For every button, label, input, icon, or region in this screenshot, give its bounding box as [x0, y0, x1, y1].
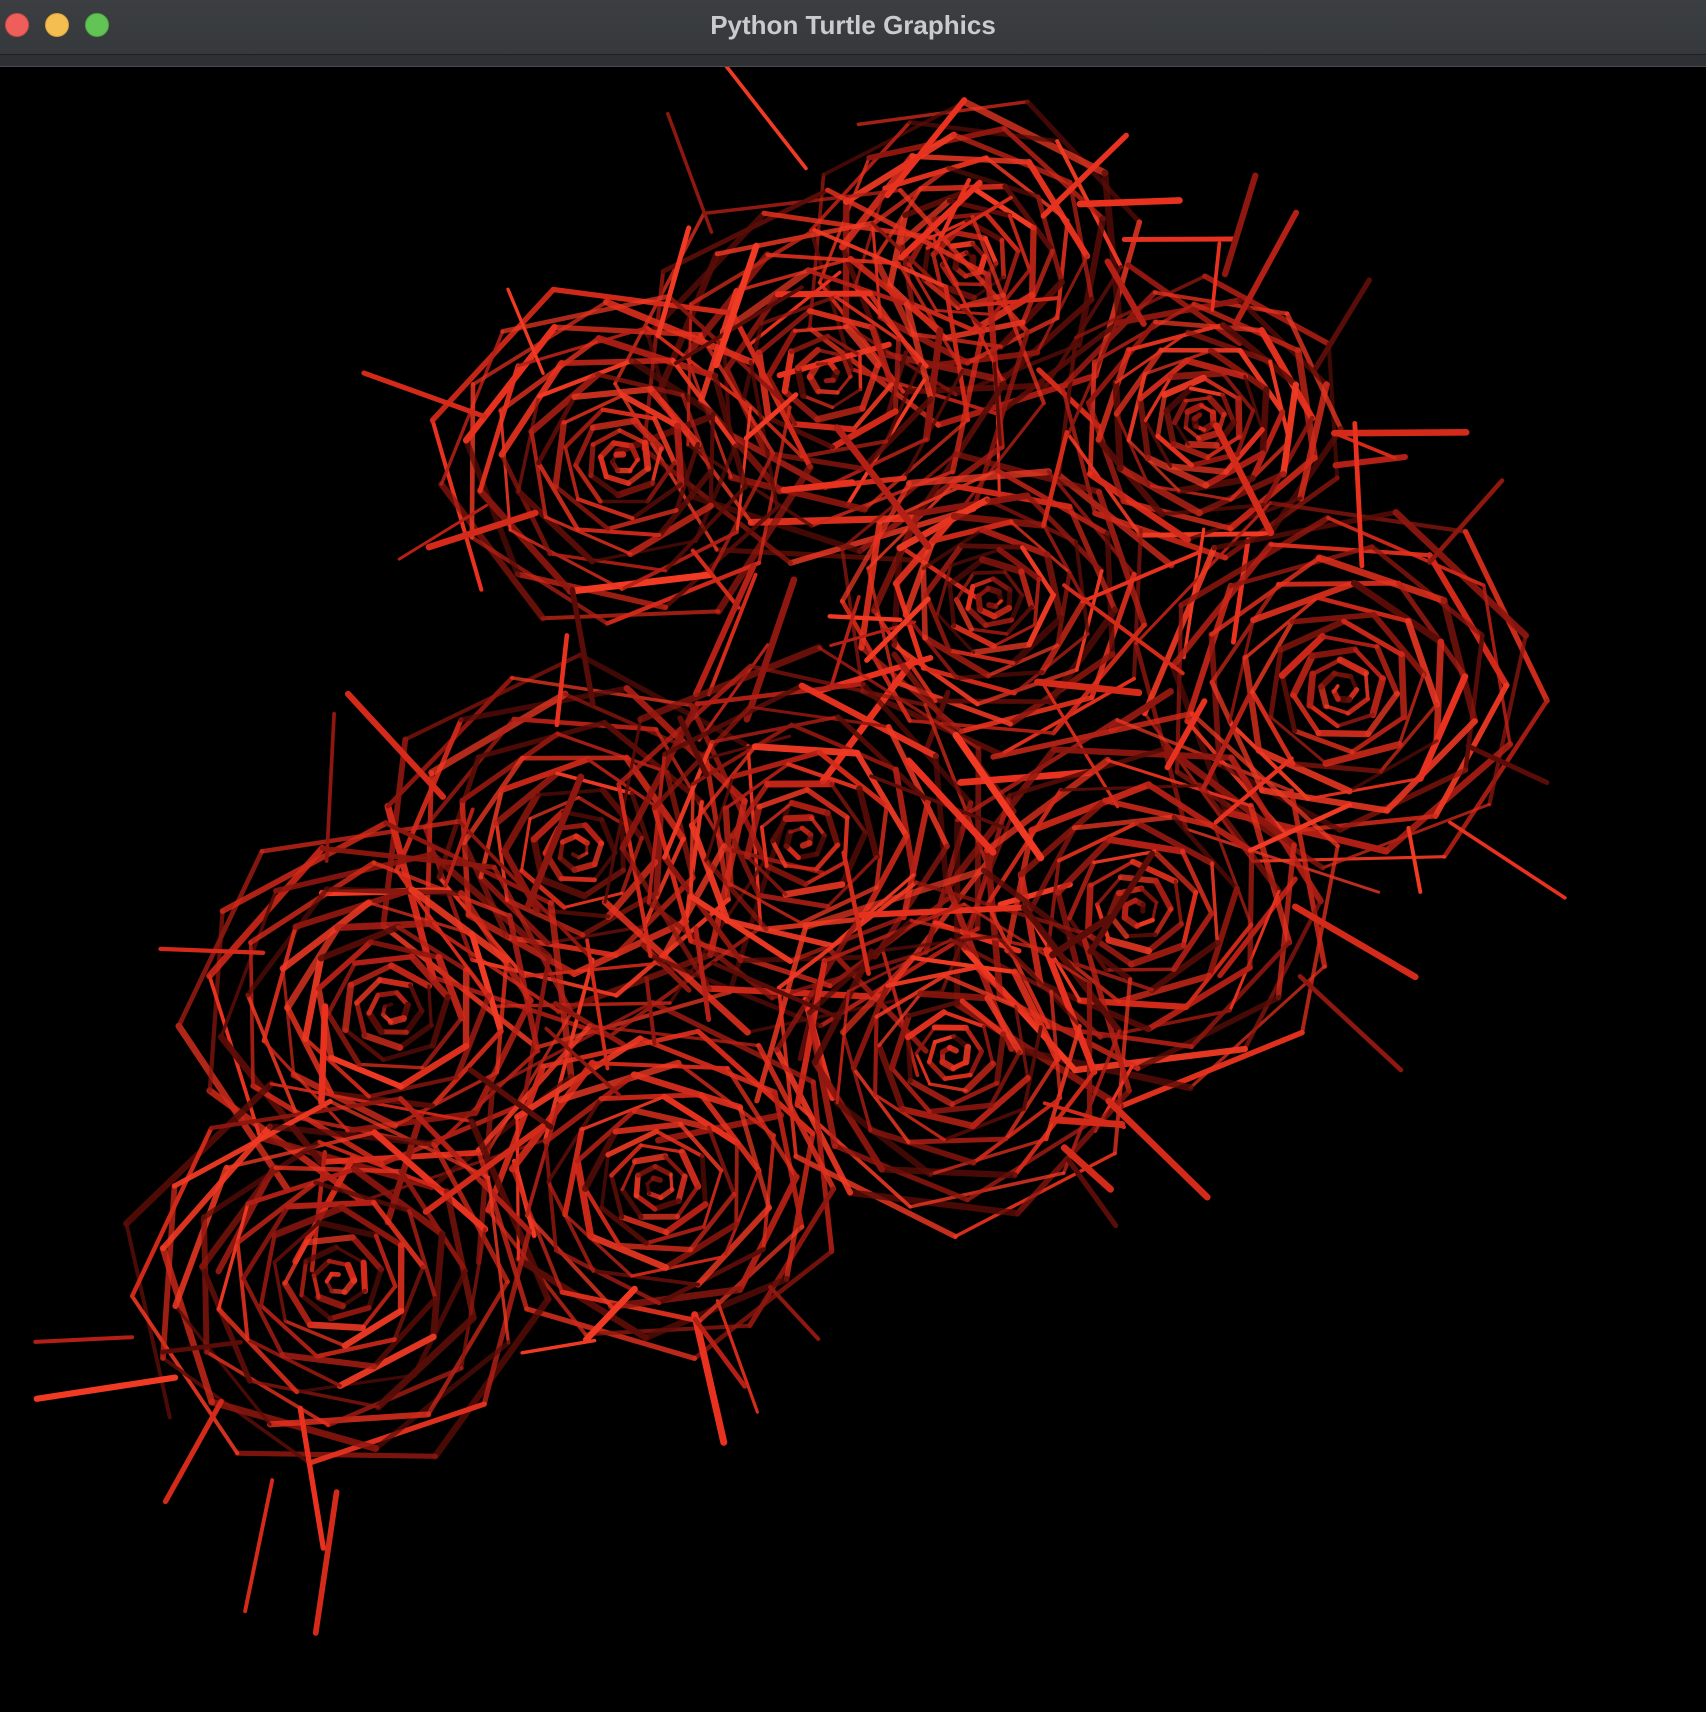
stroke: [285, 1199, 377, 1210]
stroke: [1363, 671, 1370, 701]
turtle-canvas[interactable]: [2, 67, 1706, 1712]
stroke: [375, 990, 400, 998]
stroke: [1259, 386, 1270, 457]
stroke: [1433, 638, 1445, 745]
stroke: [917, 990, 991, 1002]
stroke: [933, 698, 1053, 705]
stroke: [1235, 395, 1243, 440]
stroke: [953, 282, 983, 287]
stroke: [999, 238, 1007, 280]
stroke: [799, 840, 813, 849]
stroke: [905, 1034, 913, 1084]
stroke: [689, 782, 695, 899]
stroke: [558, 357, 676, 367]
stroke: [1315, 729, 1372, 738]
stroke: [734, 1141, 739, 1227]
stroke: [1398, 651, 1408, 721]
stroke: [699, 1153, 708, 1207]
title-bar[interactable]: Python Turtle Graphics: [0, 0, 1706, 55]
stroke: [306, 1321, 366, 1332]
stroke: [971, 570, 1007, 575]
stroke: [588, 442, 596, 478]
stroke: [1028, 224, 1037, 299]
stroke: [823, 377, 836, 384]
stroke: [873, 1014, 879, 1097]
stroke: [1076, 197, 1183, 208]
stroke: [1112, 378, 1124, 472]
title-bar-separator: [0, 55, 1706, 67]
stroke: [782, 814, 815, 823]
stroke: [708, 412, 716, 508]
stroke: [248, 940, 255, 1088]
window-title: Python Turtle Graphics: [710, 10, 996, 40]
stroke: [1276, 580, 1402, 587]
stroke: [1331, 671, 1354, 679]
stroke: [334, 919, 438, 932]
stroke: [959, 543, 1025, 550]
stroke: [858, 353, 863, 392]
stroke: [947, 1044, 959, 1054]
stroke: [906, 1136, 1009, 1145]
rose-drawing: [2, 67, 1706, 1712]
stroke: [795, 851, 820, 861]
stroke: [641, 439, 652, 472]
stroke: [1185, 440, 1220, 449]
stroke: [949, 240, 976, 249]
stroke: [318, 1003, 329, 1106]
stroke: [1121, 236, 1236, 242]
stroke: [783, 828, 794, 850]
turtle-window: Python Turtle Graphics: [0, 0, 1706, 1712]
stroke: [892, 337, 902, 414]
stroke: [1124, 932, 1158, 939]
stroke: [1167, 369, 1226, 381]
stroke: [382, 1002, 394, 1009]
stroke: [201, 1214, 210, 1355]
stroke: [329, 1288, 348, 1295]
stroke: [1191, 412, 1203, 422]
stroke: [674, 422, 685, 488]
stroke: [1306, 670, 1317, 709]
stroke: [360, 1259, 368, 1294]
stroke: [633, 1172, 641, 1199]
stroke: [986, 602, 999, 610]
stroke: [558, 876, 597, 883]
stroke: [650, 1175, 663, 1183]
stroke: [1247, 848, 1255, 971]
